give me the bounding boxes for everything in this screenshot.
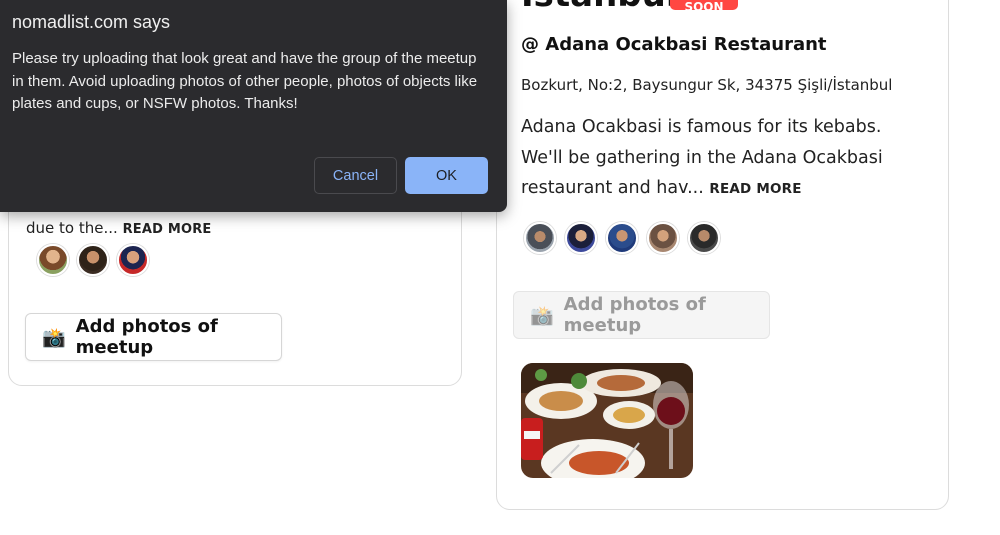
dialog-message: Please try uploading that look great and… (12, 50, 478, 112)
attendee-avatars-right (524, 222, 720, 254)
read-more-link-left[interactable]: READ MORE (123, 222, 212, 237)
camera-icon: 📸 (42, 326, 66, 349)
venue-name[interactable]: @ Adana Ocakbasi Restaurant (521, 34, 827, 55)
avatar[interactable] (565, 222, 597, 254)
avatar[interactable] (606, 222, 638, 254)
avatar[interactable] (524, 222, 556, 254)
meetup-description-right: Adana Ocakbasi is famous for its kebabs.… (521, 112, 921, 205)
venue-address: Bozkurt, No:2, Baysungur Sk, 34375 Şişli… (521, 76, 893, 94)
attendee-avatars-left (37, 244, 149, 276)
avatar[interactable] (688, 222, 720, 254)
status-badge: SOON (670, 0, 738, 10)
meetup-photo-thumbnail[interactable] (521, 363, 693, 478)
add-photos-button-right[interactable]: 📸 Add photos of meetup (513, 291, 770, 339)
avatar[interactable] (117, 244, 149, 276)
avatar[interactable] (77, 244, 109, 276)
food-photo-image (521, 363, 693, 478)
alert-dialog: nomadlist.com says Please try uploading … (0, 0, 507, 212)
add-photos-button-left[interactable]: 📸 Add photos of meetup (25, 313, 282, 361)
avatar[interactable] (37, 244, 69, 276)
ok-button[interactable]: OK (405, 157, 488, 194)
avatar[interactable] (647, 222, 679, 254)
description-text: Adana Ocakbasi is famous for its kebabs.… (521, 117, 883, 198)
read-more-link-right[interactable]: READ MORE (709, 181, 801, 197)
meetup-city-title: Istanbul (521, 0, 678, 12)
add-photos-label: Add photos of meetup (75, 316, 218, 358)
description-text: due to the... (26, 219, 118, 237)
dialog-title: nomadlist.com says (12, 12, 171, 32)
meetup-description-left: due to the... READ MORE (26, 218, 212, 240)
camera-icon: 📸 (530, 304, 554, 327)
add-photos-label: Add photos of meetup (563, 294, 706, 336)
cancel-button[interactable]: Cancel (314, 157, 397, 194)
